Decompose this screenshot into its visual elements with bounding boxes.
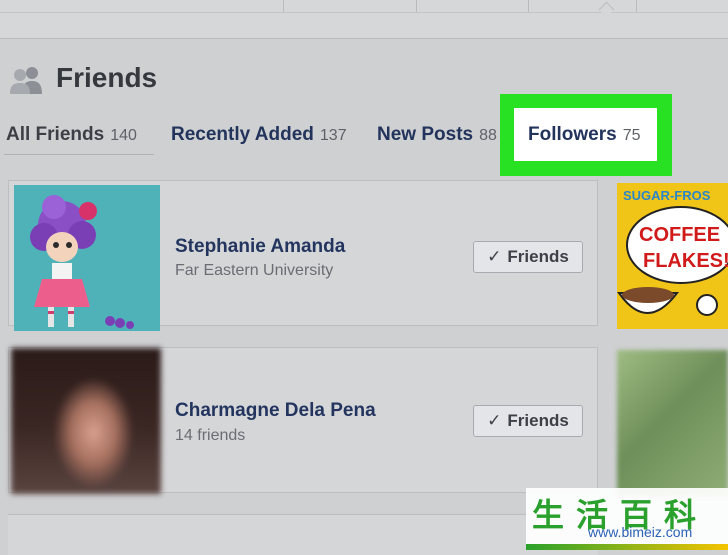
avatar[interactable] [11, 348, 161, 494]
friends-button[interactable]: ✓ Friends [473, 241, 583, 273]
svg-text:COFFEE: COFFEE [639, 224, 720, 246]
check-icon: ✓ [487, 411, 502, 430]
tab-label: Recently Added [171, 124, 314, 145]
friends-button-label: Friends [507, 411, 569, 430]
check-icon: ✓ [487, 247, 502, 266]
tab-count: 88 [479, 127, 497, 144]
friend-card-partial [8, 514, 598, 555]
svg-text:FLAKES!: FLAKES! [643, 250, 728, 272]
friends-icon [10, 67, 42, 94]
tab-count: 140 [110, 127, 137, 144]
tab-new-posts[interactable]: New Posts 88 [377, 124, 497, 150]
svg-text:SUGAR-FROS: SUGAR-FROS [623, 188, 711, 203]
page-title: Friends [56, 62, 158, 93]
tab-count: 75 [622, 127, 641, 144]
friend-name[interactable]: Charmagne Dela Pena [175, 400, 376, 422]
tab-label: Followers [528, 124, 617, 145]
tab-count: 137 [319, 127, 347, 144]
doll-avatar-image [30, 195, 134, 329]
nav-line [0, 12, 728, 13]
friend-subtitle[interactable]: Far Eastern University [175, 262, 333, 280]
nav-divider [636, 0, 637, 12]
avatar[interactable] [14, 185, 160, 331]
active-tab-underline [4, 154, 154, 155]
watermark-logo: 生活百科 www.bimeiz.com [526, 488, 728, 550]
friend-subtitle[interactable]: 14 friends [175, 427, 245, 445]
tab-label: New Posts [377, 124, 474, 145]
friends-button[interactable]: ✓ Friends [473, 405, 583, 437]
top-navigation-bar [0, 0, 728, 39]
nav-divider [416, 0, 417, 12]
friend-card: Charmagne Dela Pena 14 friends ✓ Friends [8, 347, 598, 494]
nav-divider [283, 0, 284, 12]
friend-name[interactable]: Stephanie Amanda [175, 236, 345, 258]
watermark-url: www.bimeiz.com [588, 524, 693, 540]
friend-card: Stephanie Amanda Far Eastern University … [8, 180, 598, 331]
side-thumbnail-photo[interactable] [617, 350, 728, 496]
friends-button-label: Friends [507, 247, 569, 266]
watermark-bar [526, 544, 728, 550]
tab-label: All Friends [6, 124, 105, 145]
nav-pointer [598, 1, 615, 18]
side-thumbnail-cereal[interactable]: SUGAR-FROS COFFEE FLAKES! [617, 183, 728, 329]
tab-followers[interactable]: Followers 75 [528, 124, 640, 150]
nav-divider [528, 0, 529, 12]
tab-recently-added[interactable]: Recently Added 137 [171, 124, 347, 150]
tab-all-friends[interactable]: All Friends 140 [6, 124, 137, 150]
cereal-box-image: SUGAR-FROS COFFEE FLAKES! [617, 183, 728, 316]
